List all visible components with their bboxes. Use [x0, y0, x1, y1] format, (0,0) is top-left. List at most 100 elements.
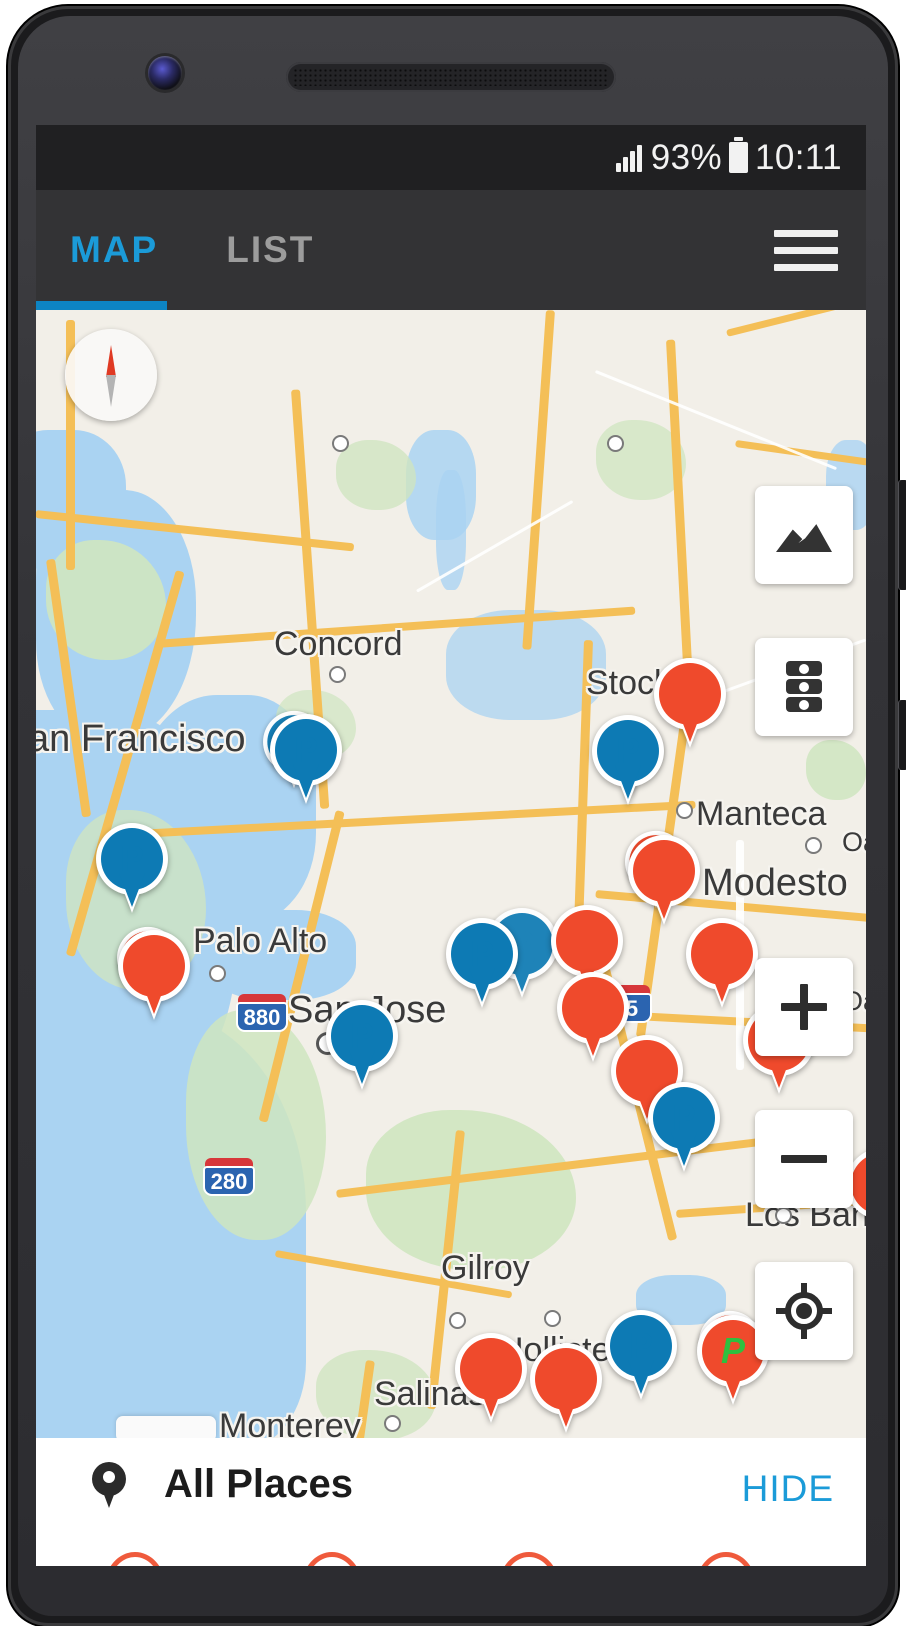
- compass-icon[interactable]: [65, 329, 157, 421]
- highway: [522, 310, 555, 650]
- pilot-flying-j-icon: PJ: [498, 1552, 559, 1566]
- map-city-label: Modesto: [702, 862, 848, 904]
- hamburger-menu-icon[interactable]: [774, 230, 838, 272]
- map-marker-truckstop[interactable]: T: [118, 930, 190, 1022]
- marker-glyph: P: [615, 730, 640, 771]
- map-pin-icon: [92, 1462, 126, 1508]
- category-ta-petro[interactable]: TA TA & Petro: [233, 1534, 430, 1566]
- marker-glyph: P: [119, 838, 144, 879]
- marker-glyph: T: [679, 673, 701, 714]
- app-toolbar: MAP LIST: [36, 190, 866, 310]
- loves-heart-icon: [695, 1552, 756, 1566]
- marker-glyph: P: [349, 1015, 374, 1056]
- signal-bars-icon: [615, 144, 644, 172]
- map-marker-truckstop[interactable]: T: [628, 835, 700, 927]
- map-marker-truckstop[interactable]: T: [654, 658, 726, 750]
- minus-icon: [781, 1136, 827, 1182]
- city-dot: [544, 1310, 561, 1327]
- map-canvas[interactable]: Concord an Francisco Stockton Manteca Mo…: [36, 310, 866, 1438]
- tab-map[interactable]: MAP: [36, 190, 192, 310]
- city-dot: [775, 1207, 792, 1224]
- map-marker-truckstop[interactable]: T: [530, 1343, 602, 1435]
- places-sheet-title: All Places: [164, 1462, 354, 1506]
- category-bar[interactable]: T Truck Stops TA TA & Petro PJ: [36, 1534, 866, 1566]
- marker-glyph: T: [653, 850, 675, 891]
- power-button[interactable]: [898, 700, 906, 770]
- zoom-in-button[interactable]: [755, 958, 853, 1056]
- volume-button[interactable]: [898, 480, 906, 590]
- map-marker-parking[interactable]: P: [648, 1082, 720, 1174]
- marker-glyph: T: [582, 987, 604, 1028]
- category-loves[interactable]: Loves: [627, 1534, 824, 1566]
- marker-glyph: T: [576, 920, 598, 961]
- marker-glyph: P: [469, 933, 494, 974]
- map-city-label: Gilroy: [441, 1249, 530, 1287]
- highway: [726, 310, 866, 337]
- map-attribution-card: [116, 1416, 216, 1438]
- marker-glyph: T: [480, 1348, 502, 1389]
- terrain-layer-button[interactable]: [755, 486, 853, 584]
- park-area: [336, 440, 416, 510]
- highway-shield-number: 280: [210, 1169, 248, 1194]
- crosshair-icon: [776, 1283, 832, 1339]
- city-dot: [607, 435, 624, 452]
- marker-glyph: P: [628, 1325, 653, 1366]
- highway: [666, 339, 693, 680]
- marker-glyph: P: [671, 1097, 696, 1138]
- marker-glyph: P: [293, 729, 318, 770]
- traffic-light-icon: [786, 661, 822, 713]
- truck-stop-icon: T: [104, 1552, 165, 1566]
- front-camera-icon: [148, 56, 182, 90]
- earpiece-speaker: [286, 62, 616, 92]
- city-dot: [329, 666, 346, 683]
- city-dot: [209, 965, 226, 982]
- map-city-label: Concord: [274, 625, 403, 663]
- map-marker-parking[interactable]: P: [605, 1310, 677, 1402]
- marker-glyph: P: [720, 1330, 745, 1371]
- map-city-label: Manteca: [696, 795, 827, 833]
- traffic-button[interactable]: [755, 638, 853, 736]
- map-city-label: Palo Alto: [193, 922, 328, 960]
- clock: 10:11: [755, 137, 842, 177]
- my-location-button[interactable]: [755, 1262, 853, 1360]
- marker-glyph: T: [711, 933, 733, 974]
- marker-glyph: T: [143, 945, 165, 986]
- battery-icon: [729, 137, 748, 173]
- hide-button[interactable]: HIDE: [742, 1468, 834, 1510]
- map-marker-parking[interactable]: P: [96, 823, 168, 915]
- tab-list[interactable]: LIST: [192, 190, 348, 310]
- map-marker-truckstop[interactable]: T: [686, 918, 758, 1010]
- map-marker-parking[interactable]: P: [592, 715, 664, 807]
- tab-indicator: [36, 301, 167, 310]
- map-city-label: Monterey: [219, 1407, 361, 1438]
- park-area: [806, 740, 866, 800]
- city-dot: [805, 837, 822, 854]
- status-bar: 93% 10:11: [36, 125, 866, 190]
- map-marker-parking[interactable]: P: [326, 1000, 398, 1092]
- places-sheet-header: All Places HIDE: [36, 1438, 866, 1535]
- zoom-out-button[interactable]: [755, 1110, 853, 1208]
- map-marker-parking[interactable]: P: [270, 714, 342, 806]
- highway-shield-number: 880: [243, 1005, 281, 1030]
- city-dot: [332, 435, 349, 452]
- map-marker-truckstop[interactable]: T: [455, 1333, 527, 1425]
- marker-glyph: T: [555, 1358, 577, 1399]
- map-city-label: an Francisco: [36, 718, 246, 760]
- highway-shield: 880: [236, 994, 288, 1032]
- city-dot: [676, 802, 693, 819]
- map-marker-parking[interactable]: P: [446, 918, 518, 1010]
- phone-device: 93% 10:11 MAP LIST Concord an Francisco …: [0, 0, 906, 1626]
- city-dot: [449, 1312, 466, 1329]
- mountain-icon: [776, 524, 832, 552]
- category-truck-stops[interactable]: T Truck Stops: [36, 1534, 233, 1566]
- ta-petro-icon: TA: [301, 1552, 362, 1566]
- category-pilot-flying-j[interactable]: PJ Pilot & Flying J: [430, 1534, 627, 1566]
- map-city-label: Oakdale: [842, 827, 866, 857]
- highway-shield: 280: [203, 1158, 255, 1196]
- battery-percent: 93%: [650, 137, 722, 177]
- tab-bar: MAP LIST: [36, 190, 348, 310]
- phone-screen: 93% 10:11 MAP LIST Concord an Francisco …: [36, 125, 866, 1566]
- city-dot: [384, 1415, 401, 1432]
- plus-icon: [781, 984, 827, 1030]
- park-area: [186, 1010, 326, 1240]
